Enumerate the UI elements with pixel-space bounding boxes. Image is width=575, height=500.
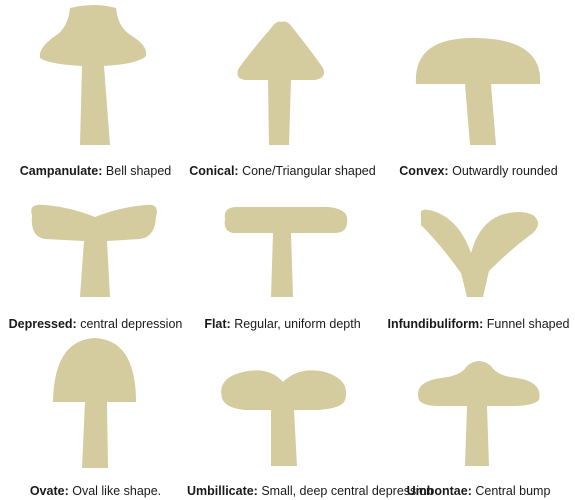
- depressed-illustration: [31, 204, 157, 297]
- caption-ovate: Ovate: Oval like shape.: [0, 483, 191, 499]
- caption-umbillicate: Umbillicate: Small, deep central depress…: [187, 483, 433, 499]
- caption-umbontae: Umbontae: Central bump: [383, 483, 574, 499]
- term: Ovate:: [29, 484, 69, 498]
- umbontae-illustration: [417, 361, 540, 466]
- flat-illustration: [224, 207, 348, 297]
- shape-umbillicate: Umbillicate: Small, deep central depress…: [187, 320, 433, 498]
- infundibuliform-illustration: [420, 209, 538, 297]
- term: Umbontae:: [406, 484, 472, 498]
- shape-ovate: Ovate: Oval like shape.: [0, 320, 191, 498]
- description: Oval like shape.: [72, 484, 162, 498]
- term: Umbillicate:: [187, 484, 258, 498]
- umbillicate-illustration: [221, 370, 347, 466]
- campanulate-illustration: [39, 5, 147, 145]
- shape-convex: Convex: Outwardly rounded: [383, 0, 574, 178]
- shape-depressed: Depressed: central depression: [0, 153, 191, 331]
- shape-umbontae: Umbontae: Central bump: [383, 320, 574, 498]
- shape-flat: Flat: Regular, uniform depth: [187, 153, 378, 331]
- shape-infundibuliform: Infundibuliform: Funnel shaped: [383, 153, 574, 331]
- shape-campanulate: Campanulate: Bell shaped: [0, 0, 191, 178]
- description: Central bump: [475, 484, 551, 498]
- conical-illustration: [237, 21, 324, 145]
- shape-conical: Conical: Cone/Triangular shaped: [187, 0, 378, 178]
- convex-illustration: [415, 38, 541, 145]
- ovate-illustration: [53, 338, 136, 468]
